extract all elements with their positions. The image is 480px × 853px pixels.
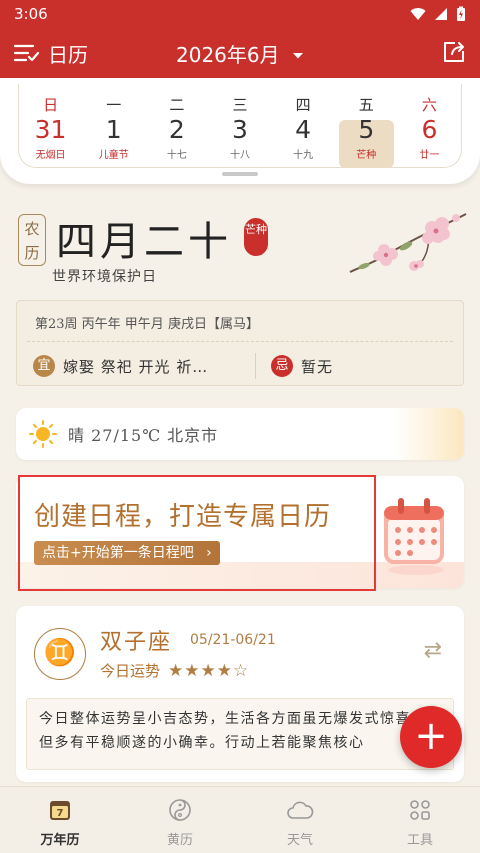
fortune-label: 今日运势 — [100, 662, 161, 680]
weekday-label: 五 — [358, 96, 374, 114]
day-cell[interactable]: 六 6 廿一 — [398, 84, 461, 167]
highlight-box — [18, 475, 376, 591]
day-sub-label: 芒种 — [356, 150, 377, 161]
nav-label: 万年历 — [40, 833, 80, 848]
day-number: 3 — [232, 115, 248, 144]
ganzhi-info: 第23周 丙午年 甲午月 庚戌日【属马】 — [35, 317, 259, 332]
week-strip: 日 31 无烟日 一 1 儿童节 二 2 十七 三 3 十八 四 4 十九 五 … — [0, 78, 480, 184]
month-selector[interactable]: 2026年6月 — [176, 43, 304, 67]
weather-glow — [394, 408, 464, 460]
nav-label: 天气 — [286, 833, 313, 848]
horoscope-date-range: 05/21-06/21 — [190, 632, 276, 648]
chevron-down-icon — [292, 53, 303, 59]
horoscope-text: 今日整体运势呈小吉态势，生活各方面虽无爆发式惊喜，但多有平稳顺遂的小确幸。行动上… — [26, 698, 454, 770]
lunar-tag: 农历 — [18, 214, 46, 266]
day-sub-label: 十九 — [293, 150, 314, 161]
star-rating: ★★★★☆ — [168, 660, 250, 681]
yi-text: 嫁娶 祭祀 开光 祈… — [63, 357, 209, 376]
cloud-icon — [287, 801, 314, 819]
nav-item-calendar[interactable]: 7 万年历 — [0, 787, 120, 853]
app-bar: 日历 2026年6月 — [0, 28, 480, 78]
day-sub-label: 十七 — [166, 150, 187, 161]
day-number: 4 — [295, 115, 312, 144]
ji-badge: 忌 — [271, 355, 293, 377]
divider — [27, 341, 453, 342]
day-number: 2 — [168, 115, 185, 144]
festival-label: 世界环境保护日 — [52, 269, 157, 285]
weekday-label: 一 — [106, 96, 122, 114]
day-cell[interactable]: 一 1 儿童节 — [82, 84, 145, 167]
gemini-sign-icon: ♊ — [34, 628, 86, 680]
weekday-label: 四 — [295, 96, 311, 114]
ji-section: 忌 暂无 — [271, 355, 333, 377]
signal-icon — [435, 8, 447, 20]
battery-icon — [457, 6, 465, 21]
weather-card[interactable]: 晴 27/15℃ 北京市 — [16, 408, 464, 460]
nav-item-tools[interactable]: 工具 — [360, 787, 480, 853]
fortune-row: 今日运势 ★★★★☆ — [100, 660, 249, 681]
day-cell[interactable]: 二 2 十七 — [145, 84, 208, 167]
day-sub-label: 儿童节 — [98, 150, 129, 161]
wifi-icon — [410, 8, 426, 20]
day-sub-label: 十八 — [229, 150, 250, 161]
switch-sign-icon[interactable]: ⇄ — [424, 638, 442, 663]
almanac-panel[interactable]: 第23周 丙午年 甲午月 庚戌日【属马】 宜 嫁娶 祭祀 开光 祈… 忌 暂无 — [16, 300, 464, 386]
add-schedule-button[interactable]: + — [400, 706, 462, 768]
weekday-label: 日 — [43, 96, 59, 114]
nav-label: 黄历 — [166, 833, 193, 848]
ji-text: 暂无 — [301, 357, 334, 376]
status-bar: 3:06 — [0, 0, 480, 28]
sun-icon — [29, 420, 57, 448]
weather-text: 晴 27/15℃ 北京市 — [68, 426, 219, 445]
yin-yang-icon — [169, 799, 191, 821]
day-sub-label: 廿一 — [419, 150, 440, 161]
lunar-date[interactable]: 四月二十 — [56, 218, 232, 266]
nav-item-almanac[interactable]: 黄历 — [120, 787, 240, 853]
weekday-label: 三 — [232, 96, 248, 114]
share-icon[interactable] — [442, 40, 466, 64]
horoscope-name: 双子座 — [100, 630, 173, 655]
svg-text:7: 7 — [57, 808, 64, 819]
yi-badge: 宜 — [33, 355, 55, 377]
month-label: 2026年6月 — [176, 42, 280, 67]
day-number: 5 — [358, 115, 375, 144]
calendar-icon: 7 — [50, 801, 70, 820]
nav-label: 工具 — [406, 833, 433, 848]
day-sub-label: 无烟日 — [35, 150, 66, 161]
weekday-label: 二 — [169, 96, 185, 114]
day-number: 6 — [421, 115, 438, 144]
day-cell-selected[interactable]: 五 5 芒种 — [335, 84, 398, 168]
calendar-illustration-icon — [384, 498, 444, 575]
menu-icon — [14, 44, 40, 62]
yi-section: 宜 嫁娶 祭祀 开光 祈… — [33, 355, 208, 377]
status-time: 3:06 — [14, 5, 48, 23]
day-cell[interactable]: 三 3 十八 — [208, 84, 271, 167]
day-cell[interactable]: 四 4 十九 — [272, 84, 335, 167]
tools-icon — [410, 800, 430, 820]
plum-blossom-icon — [349, 213, 467, 273]
day-number: 1 — [105, 115, 122, 144]
menu-button[interactable]: 日历 — [14, 39, 88, 68]
day-cell[interactable]: 日 31 无烟日 — [19, 84, 82, 167]
nav-item-weather[interactable]: 天气 — [240, 787, 360, 853]
horoscope-card[interactable]: ♊ 双子座 05/21-06/21 今日运势 ★★★★☆ ⇄ 今日整体运势呈小吉… — [16, 606, 464, 782]
divider — [255, 353, 256, 379]
weekday-label: 六 — [421, 96, 437, 114]
bottom-nav: 7 万年历 黄历 天气 工具 — [0, 786, 480, 853]
solar-term-seal: 芒种 — [244, 218, 268, 256]
day-number: 31 — [34, 115, 67, 144]
drag-handle[interactable] — [222, 172, 258, 176]
app-title: 日历 — [48, 42, 88, 67]
